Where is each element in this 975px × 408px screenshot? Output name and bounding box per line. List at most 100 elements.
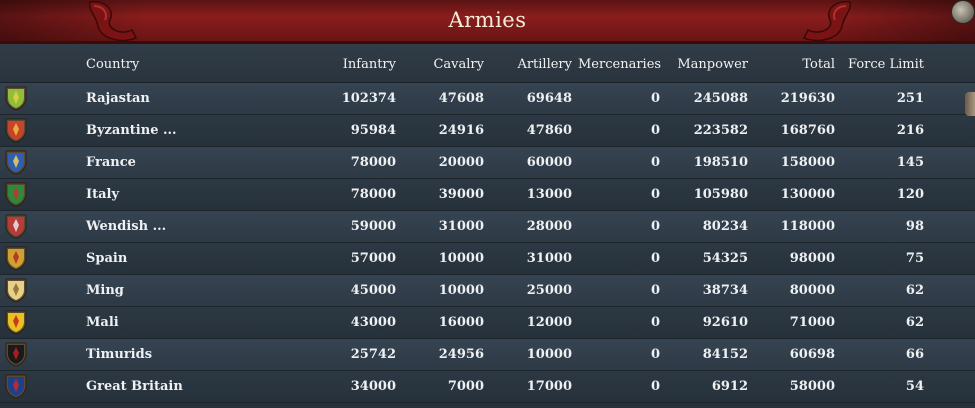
cell-mercenaries: 0	[650, 123, 660, 138]
cell-cavalry: 20000	[438, 155, 484, 170]
cell-force-limit: 251	[896, 91, 924, 106]
table-row[interactable]: Byzantine ... 95984 24916 47860 0 223582 16876…	[0, 115, 975, 147]
country-name: Mali	[86, 315, 119, 330]
scroll-ornament-right-icon	[802, 1, 852, 41]
window-title-bar: Armies	[0, 0, 975, 44]
ming-flag-icon[interactable]	[4, 277, 28, 303]
cell-force-limit: 98	[905, 219, 924, 234]
cell-manpower: 198510	[693, 155, 748, 170]
country-name: Spain	[86, 251, 128, 266]
cell-mercenaries: 0	[650, 251, 660, 266]
cell-artillery: 25000	[526, 283, 572, 298]
cell-total: 118000	[780, 219, 835, 234]
table-row[interactable]: Timurids 25742 24956 10000 0 84152 60698 66	[0, 339, 975, 371]
cell-infantry: 34000	[350, 379, 396, 394]
cell-force-limit: 120	[896, 187, 924, 202]
table-row[interactable]: Rajastan 102374 47608 69648 0 245088 219630 251	[0, 83, 975, 115]
cell-manpower: 92610	[702, 315, 748, 330]
great-britain-flag-icon[interactable]	[4, 373, 28, 399]
cell-mercenaries: 0	[650, 315, 660, 330]
table-row[interactable]: Italy 78000 39000 13000 0 105980 130000 120	[0, 179, 975, 211]
column-header-manpower[interactable]: Manpower	[665, 57, 748, 72]
cell-cavalry: 10000	[438, 283, 484, 298]
byzantine-flag-icon[interactable]	[4, 117, 28, 143]
cell-manpower: 80234	[702, 219, 748, 234]
country-name: France	[86, 155, 136, 170]
cell-total: 98000	[789, 251, 835, 266]
cell-total: 71000	[789, 315, 835, 330]
cell-mercenaries: 0	[650, 91, 660, 106]
cell-manpower: 223582	[693, 123, 748, 138]
cell-infantry: 45000	[350, 283, 396, 298]
cell-total: 58000	[789, 379, 835, 394]
cell-mercenaries: 0	[650, 187, 660, 202]
country-name: Italy	[86, 187, 120, 202]
cell-artillery: 69648	[526, 91, 572, 106]
cell-mercenaries: 0	[650, 155, 660, 170]
cell-manpower: 6912	[711, 379, 748, 394]
column-header-infantry[interactable]: Infantry	[300, 57, 396, 72]
cell-cavalry: 24956	[438, 347, 484, 362]
wendish-flag-icon[interactable]	[4, 213, 28, 239]
cell-force-limit: 66	[905, 347, 924, 362]
column-header-total[interactable]: Total	[752, 57, 835, 72]
cell-infantry: 95984	[350, 123, 396, 138]
cell-force-limit: 75	[905, 251, 924, 266]
cell-force-limit: 216	[896, 123, 924, 138]
italy-flag-icon[interactable]	[4, 181, 28, 207]
mali-flag-icon[interactable]	[4, 309, 28, 335]
cell-infantry: 78000	[350, 155, 396, 170]
cell-mercenaries: 0	[650, 283, 660, 298]
table-row[interactable]: Wendish ... 59000 31000 28000 0 80234 118000 98	[0, 211, 975, 243]
table-header: Country Infantry Cavalry Artillery Merce…	[0, 44, 975, 83]
table-row[interactable]: Ming 45000 10000 25000 0 38734 80000 62	[0, 275, 975, 307]
cell-force-limit: 145	[896, 155, 924, 170]
cell-artillery: 10000	[526, 347, 572, 362]
cell-infantry: 59000	[350, 219, 396, 234]
cell-manpower: 54325	[702, 251, 748, 266]
cell-cavalry: 7000	[447, 379, 484, 394]
country-name: Rajastan	[86, 91, 150, 106]
cell-artillery: 12000	[526, 315, 572, 330]
cell-artillery: 60000	[526, 155, 572, 170]
france-flag-icon[interactable]	[4, 149, 28, 175]
column-header-mercenaries[interactable]: Mercenaries	[578, 57, 661, 72]
cell-artillery: 13000	[526, 187, 572, 202]
cell-force-limit: 62	[905, 315, 924, 330]
cell-manpower: 105980	[693, 187, 748, 202]
cell-cavalry: 16000	[438, 315, 484, 330]
column-header-cavalry[interactable]: Cavalry	[400, 57, 484, 72]
cell-cavalry: 31000	[438, 219, 484, 234]
cell-force-limit: 62	[905, 283, 924, 298]
cell-infantry: 43000	[350, 315, 396, 330]
cell-artillery: 47860	[526, 123, 572, 138]
cell-artillery: 28000	[526, 219, 572, 234]
column-header-force-limit[interactable]: Force Limit	[840, 57, 924, 72]
spain-flag-icon[interactable]	[4, 245, 28, 271]
cell-mercenaries: 0	[650, 219, 660, 234]
cell-total: 219630	[780, 91, 835, 106]
table-row[interactable]: Mali 43000 16000 12000 0 92610 71000 62	[0, 307, 975, 339]
country-name: Timurids	[86, 347, 153, 362]
cell-total: 168760	[780, 123, 835, 138]
cell-artillery: 17000	[526, 379, 572, 394]
cell-cavalry: 39000	[438, 187, 484, 202]
cell-mercenaries: 0	[650, 379, 660, 394]
table-row[interactable]: Great Britain 34000 7000 17000 0 6912 58000 54	[0, 371, 975, 403]
scroll-tab-handle[interactable]	[965, 92, 975, 116]
cell-infantry: 78000	[350, 187, 396, 202]
cell-manpower: 245088	[693, 91, 748, 106]
cell-manpower: 38734	[702, 283, 748, 298]
cell-artillery: 31000	[526, 251, 572, 266]
column-header-country[interactable]: Country	[86, 57, 139, 72]
table-row[interactable]: Spain 57000 10000 31000 0 54325 98000 75	[0, 243, 975, 275]
cell-mercenaries: 0	[650, 347, 660, 362]
cell-infantry: 25742	[350, 347, 396, 362]
column-header-artillery[interactable]: Artillery	[490, 57, 572, 72]
timurids-flag-icon[interactable]	[4, 341, 28, 367]
country-name: Great Britain	[86, 379, 183, 394]
close-button[interactable]	[951, 0, 975, 24]
table-row[interactable]: France 78000 20000 60000 0 198510 158000 145	[0, 147, 975, 179]
cell-manpower: 84152	[702, 347, 748, 362]
rajastan-flag-icon[interactable]	[4, 85, 28, 111]
